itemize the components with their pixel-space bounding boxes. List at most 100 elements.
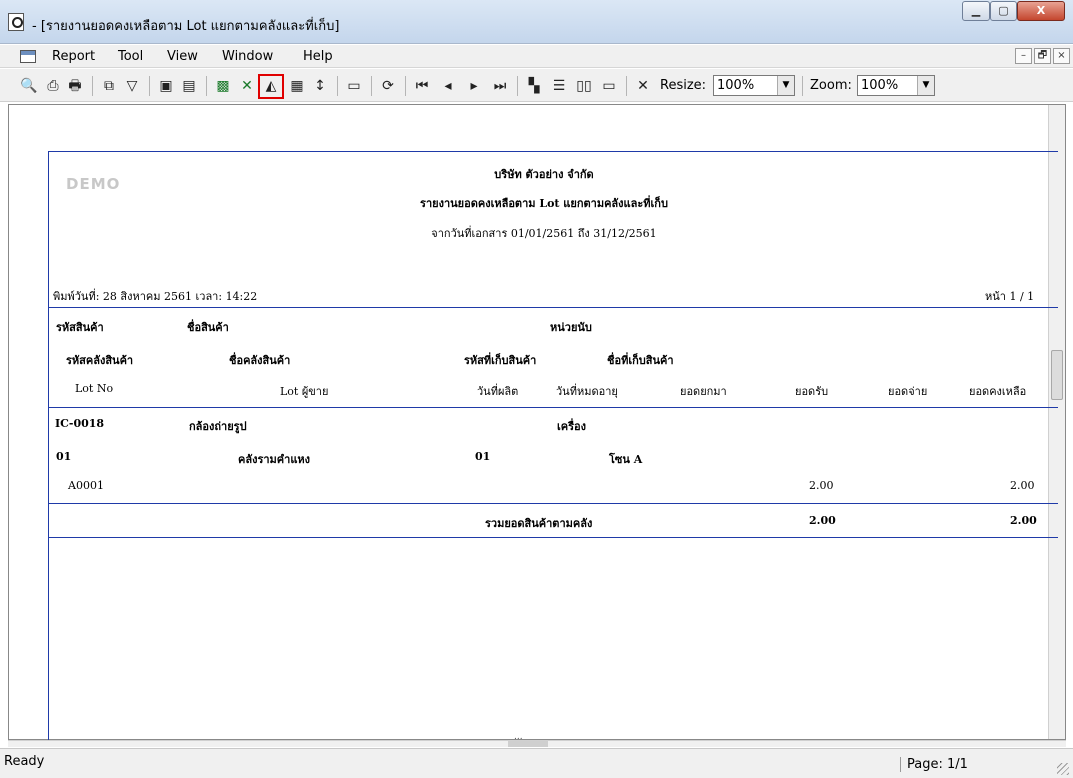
multi-page-icon[interactable]: ▚ (525, 77, 543, 95)
header-received: ยอดรับ (795, 385, 829, 398)
scroll-marker: ... (514, 732, 523, 742)
status-text: Ready (4, 754, 45, 769)
excel-x-icon[interactable]: ✕ (238, 77, 256, 95)
vertical-scrollbar[interactable] (1048, 105, 1065, 739)
product-unit: เครื่อง (557, 420, 587, 433)
status-bar: Ready Page: 1/1 (0, 748, 1073, 778)
total-label: รวมยอดสินค้าตามคลัง (485, 517, 593, 530)
date-range: จากวันที่เอกสาร 01/01/2561 ถึง 31/12/256… (431, 227, 657, 240)
header-bottom-rule (49, 407, 1058, 408)
header-unit: หน่วยนับ (550, 321, 592, 334)
zoom-label: Zoom: (810, 78, 852, 93)
total-received: 2.00 (809, 514, 836, 527)
toolbar-separator (405, 76, 406, 96)
document-window-icon[interactable] (20, 50, 36, 63)
total-balance: 2.00 (1010, 514, 1037, 527)
excel-icon[interactable]: ▩ (214, 77, 232, 95)
horizontal-scrollbar[interactable] (8, 740, 1066, 747)
toolbar-separator (149, 76, 150, 96)
mdi-minimize-button[interactable]: – (1015, 48, 1032, 64)
header-mfg-date: วันที่ผลิต (477, 385, 519, 398)
full-page-icon[interactable]: ▭ (600, 77, 618, 95)
next-page-icon[interactable]: ▸ (465, 77, 483, 95)
header-warehouse-name: ชื่อคลังสินค้า (229, 354, 291, 367)
total-top-rule (49, 503, 1058, 504)
last-page-icon[interactable]: ⏭ (491, 77, 509, 95)
menu-tool[interactable]: Tool (118, 49, 143, 64)
export-icon[interactable]: ▤ (180, 77, 198, 95)
save-icon[interactable]: ▣ (157, 77, 175, 95)
zoom-value: 100% (861, 78, 899, 93)
maximize-button[interactable]: ▢ (990, 1, 1017, 21)
lot-no: A0001 (68, 479, 104, 492)
preview-icon[interactable]: 🔍 (20, 77, 38, 95)
chevron-down-icon[interactable]: ▼ (777, 76, 794, 95)
header-exp-date: วันที่หมดอายุ (556, 385, 618, 398)
report-top-border (48, 151, 1058, 152)
company-name: บริษัท ตัวอย่าง จำกัด (494, 168, 594, 181)
product-code: IC-0018 (55, 417, 105, 430)
header-opening: ยอดยกมา (680, 385, 727, 398)
single-page-icon[interactable]: ☰ (550, 77, 568, 95)
status-page: Page: 1/1 (900, 757, 968, 772)
watermark: DEMO (66, 175, 121, 193)
zoom-select[interactable]: 100% ▼ (857, 75, 935, 96)
toolbar-separator (337, 76, 338, 96)
vertical-scroll-thumb[interactable] (1051, 350, 1063, 400)
resize-grip-icon[interactable] (1057, 763, 1069, 775)
page-number: หน้า 1 / 1 (985, 290, 1035, 303)
prev-page-icon[interactable]: ◂ (439, 77, 457, 95)
header-rule (49, 307, 1058, 308)
print-icon[interactable]: 🖶 (66, 77, 84, 95)
total-bottom-rule (49, 537, 1058, 538)
mdi-close-button[interactable]: × (1053, 48, 1070, 64)
lot-received: 2.00 (809, 479, 834, 492)
print-datetime: พิมพ์วันที่: 28 สิงหาคม 2561 เวลา: 14:22 (53, 290, 258, 303)
grid-icon[interactable]: ▦ (288, 77, 306, 95)
location-code: 01 (475, 450, 491, 463)
menu-report[interactable]: Report (52, 49, 95, 64)
header-warehouse-code: รหัสคลังสินค้า (66, 354, 134, 367)
calculator-icon[interactable]: ▭ (345, 77, 363, 95)
menu-help[interactable]: Help (303, 49, 333, 64)
warehouse-code: 01 (56, 450, 72, 463)
close-preview-icon[interactable]: ✕ (634, 77, 652, 95)
design-icon[interactable]: ◭ (258, 74, 284, 99)
header-issued: ยอดจ่าย (888, 385, 928, 398)
mdi-restore-button[interactable]: 🗗 (1034, 48, 1051, 64)
window-title: - [รายงานยอดคงเหลือตาม Lot แยกตามคลังและ… (32, 19, 340, 34)
title-bar: - [รายงานยอดคงเหลือตาม Lot แยกตามคลังและ… (0, 0, 1073, 44)
toolbar-separator (626, 76, 627, 96)
toolbar-separator (92, 76, 93, 96)
refresh-icon[interactable]: ⟳ (379, 77, 397, 95)
chevron-down-icon[interactable]: ▼ (917, 76, 934, 95)
first-page-icon[interactable]: ⏮ (413, 77, 431, 95)
close-button[interactable]: X (1017, 1, 1065, 21)
toolbar: 🔍 ⎙ 🖶 ⧉ ▽ ▣ ▤ ▩ ✕ ◭ ▦ ↕ ▭ ⟳ ⏮ ◂ ▸ ⏭ ▚ ☰ … (0, 69, 1073, 102)
header-location-code: รหัสที่เก็บสินค้า (464, 354, 537, 367)
resize-value: 100% (717, 78, 755, 93)
header-lot-no: Lot No (75, 382, 114, 395)
fit-icon[interactable]: ↕ (311, 77, 329, 95)
resize-select[interactable]: 100% ▼ (713, 75, 795, 96)
minimize-button[interactable]: ▁ (962, 1, 990, 21)
resize-label: Resize: (660, 78, 707, 93)
filter-icon[interactable]: ▽ (123, 77, 141, 95)
toolbar-separator (517, 76, 518, 96)
report-left-border (48, 151, 49, 740)
warehouse-name: คลังรามคำแหง (238, 453, 311, 466)
toolbar-separator (371, 76, 372, 96)
header-balance: ยอดคงเหลือ (969, 385, 1027, 398)
print-setup-icon[interactable]: ⎙ (44, 77, 62, 95)
menu-view[interactable]: View (167, 49, 198, 64)
toolbar-separator (206, 76, 207, 96)
product-name: กล้องถ่ายรูป (189, 420, 247, 433)
menu-bar: Report Tool View Window Help – 🗗 × (0, 45, 1073, 68)
toolbar-separator (802, 76, 803, 96)
header-product-name: ชื่อสินค้า (187, 321, 229, 334)
menu-window[interactable]: Window (222, 49, 273, 64)
report-title: รายงานยอดคงเหลือตาม Lot แยกตามคลังและที่… (420, 197, 668, 210)
copy-icon[interactable]: ⧉ (100, 77, 118, 95)
two-column-icon[interactable]: ▯▯ (575, 77, 593, 95)
location-name: โซน A (609, 453, 643, 466)
